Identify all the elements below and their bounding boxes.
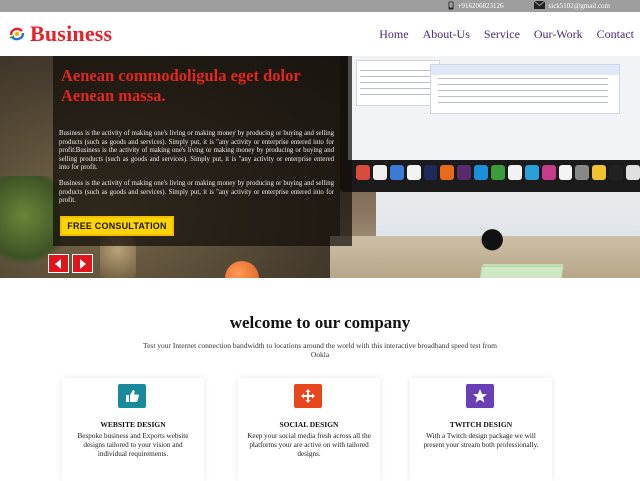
prev-slide-button[interactable] [48, 254, 69, 273]
apple-logo: ● [480, 221, 505, 254]
phone-contact[interactable]: +916206823126 [448, 1, 504, 12]
brand-logo[interactable]: Business [8, 21, 112, 47]
nav-our-work[interactable]: Our-Work [534, 27, 583, 42]
main-nav: Home About-Us Service Our-Work Contact [379, 27, 634, 42]
service-description: Keep your social media fresh across all … [247, 432, 371, 458]
mail-icon [533, 0, 545, 11]
nav-service[interactable]: Service [484, 27, 520, 42]
sticky-notes [474, 266, 564, 278]
hero-slider: ● Aenean commodoligula eget dolor Aenean… [0, 56, 640, 278]
thumbs-up-icon [118, 384, 146, 408]
hero-paragraph-2: Business is the activity of making one's… [59, 180, 334, 204]
service-card-social-design[interactable]: SOCIAL DESIGN Keep your social media fre… [238, 378, 380, 481]
nav-about-us[interactable]: About-Us [423, 27, 470, 42]
free-consultation-button[interactable]: FREE CONSULTATION [60, 216, 174, 236]
top-contact-bar: +916206823126 sick5102@gmail.com [0, 0, 640, 12]
slider-controls [48, 254, 93, 273]
email-contact[interactable]: sick5102@gmail.com [533, 0, 610, 11]
service-title: TWITCH DESIGN [449, 420, 513, 429]
welcome-subtitle: Test your Internet connection bandwidth … [143, 341, 497, 359]
brand-name[interactable]: Business [30, 21, 112, 47]
hero-heading: Aenean commodoligula eget dolor Aenean m… [61, 66, 301, 105]
phone-number[interactable]: +916206823126 [458, 2, 504, 10]
hero-paragraph-1: Business is the activity of making one's… [59, 130, 334, 171]
logo-icon [8, 26, 26, 42]
next-slide-button[interactable] [72, 254, 93, 273]
monitor-screen [348, 56, 640, 160]
move-arrows-icon [294, 384, 322, 408]
service-title: WEBSITE DESIGN [100, 420, 166, 429]
chevron-right-icon [80, 258, 86, 269]
phone-icon [448, 1, 454, 12]
service-description: Bespoke business and Exports website des… [77, 432, 189, 458]
nav-home[interactable]: Home [379, 27, 408, 42]
chevron-left-icon [55, 258, 61, 269]
email-address[interactable]: sick5102@gmail.com [549, 2, 610, 10]
service-card-website-design[interactable]: WEBSITE DESIGN Bespoke business and Expo… [62, 378, 204, 481]
app-dock [352, 162, 640, 182]
service-title: SOCIAL DESIGN [279, 420, 339, 429]
service-description: With a Twitch design package we will pre… [423, 432, 539, 449]
star-icon [466, 384, 494, 408]
nav-contact[interactable]: Contact [597, 27, 634, 42]
site-header: Business Home About-Us Service Our-Work … [0, 12, 640, 56]
service-card-twitch-design[interactable]: TWITCH DESIGN With a Twitch design packa… [410, 378, 552, 481]
welcome-title: welcome to our company [229, 313, 411, 332]
